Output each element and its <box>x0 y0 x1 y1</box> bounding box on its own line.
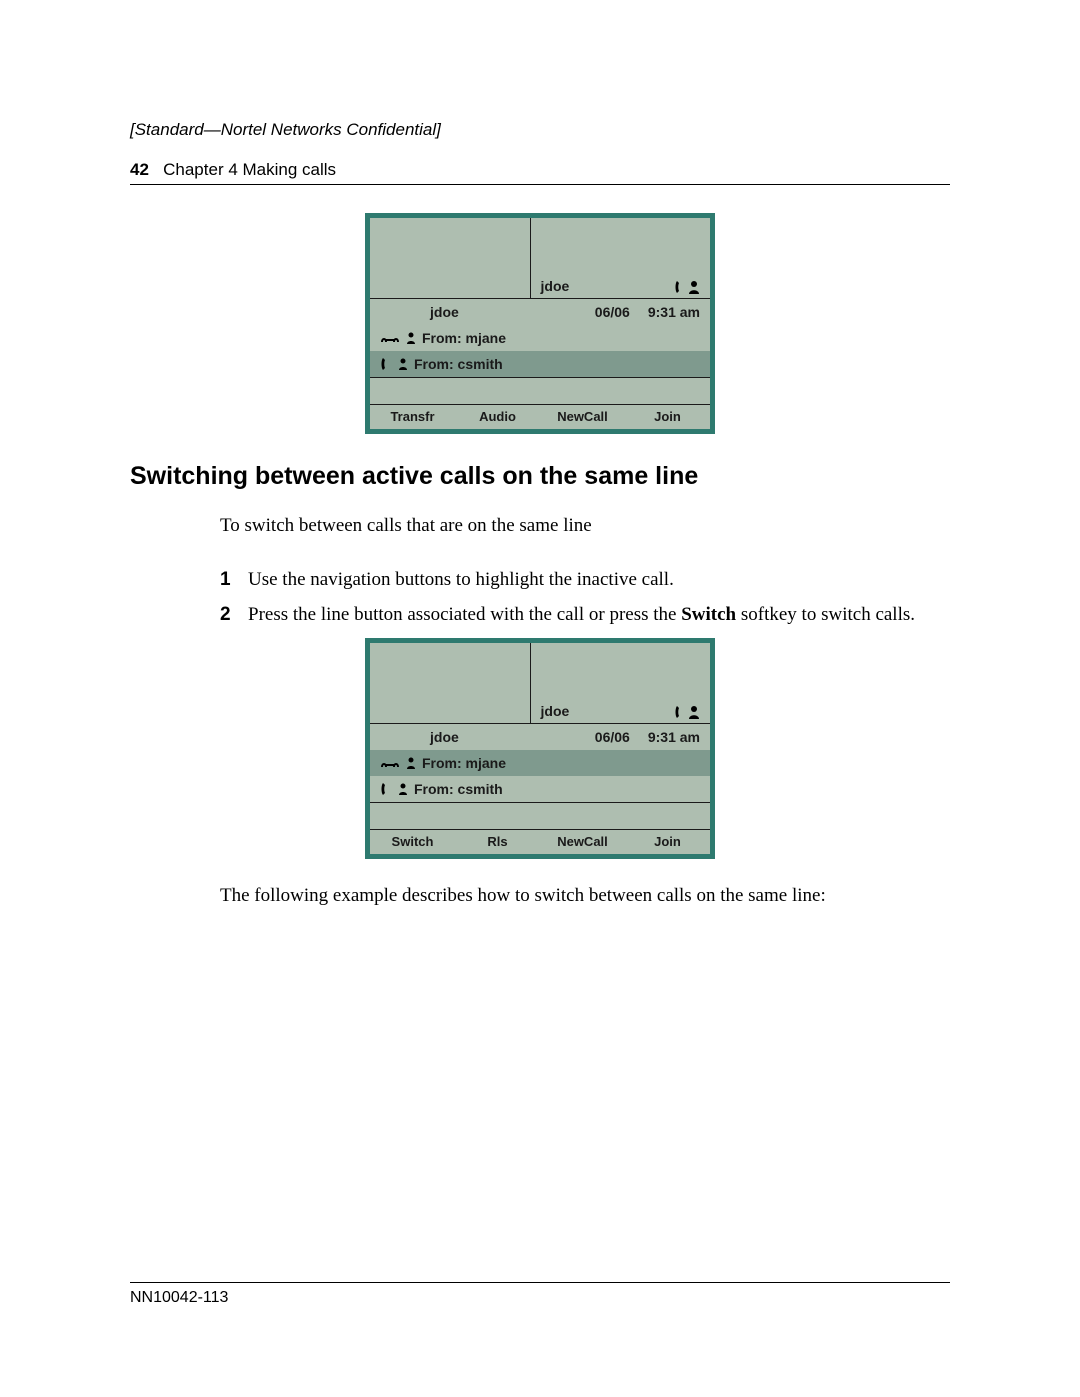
phone-screen-1: jdoe jdoe 06/06 9:31 am <box>365 213 715 434</box>
softkey-transfr: Transfr <box>370 405 455 429</box>
call-1-label: From: mjane <box>422 330 506 346</box>
handset-icon <box>674 705 686 719</box>
step-2: 2 Press the line button associated with … <box>220 602 950 628</box>
call-row-1-active: From: mjane <box>370 750 710 776</box>
page: [Standard—Nortel Networks Confidential] … <box>0 0 1080 1397</box>
softkeys-row: Switch Rls NewCall Join <box>370 829 710 854</box>
person-icon <box>398 358 408 370</box>
softkey-newcall: NewCall <box>540 830 625 854</box>
person-icon <box>406 757 416 769</box>
step-2-num: 2 <box>220 602 248 628</box>
person-icon <box>406 332 416 344</box>
softkeys-row: Transfr Audio NewCall Join <box>370 404 710 429</box>
step-1-text: Use the navigation buttons to highlight … <box>248 567 674 593</box>
call-2-label: From: csmith <box>414 781 503 797</box>
chapter-title: Chapter 4 Making calls <box>163 160 336 179</box>
doc-number: NN10042-113 <box>130 1289 228 1306</box>
person-icon <box>688 705 700 719</box>
line-label: jdoe <box>541 278 570 294</box>
confidential-notice: [Standard—Nortel Networks Confidential] <box>130 120 950 140</box>
softkey-audio: Audio <box>455 405 540 429</box>
user-label: jdoe <box>430 304 459 320</box>
softkey-switch: Switch <box>370 830 455 854</box>
time-label: 9:31 am <box>648 304 700 320</box>
date-label: 06/06 <box>595 729 630 745</box>
handset-icon <box>380 782 392 796</box>
call-row-1: From: mjane <box>370 325 710 351</box>
call-row-2-active: From: csmith <box>370 351 710 377</box>
call-1-label: From: mjane <box>422 755 506 771</box>
footer: NN10042-113 <box>130 1282 950 1307</box>
handset-icon <box>380 357 392 371</box>
chapter-header: 42 Chapter 4 Making calls <box>130 160 950 185</box>
steps-list: 1 Use the navigation buttons to highligh… <box>220 567 950 628</box>
line-label: jdoe <box>541 703 570 719</box>
time-label: 9:31 am <box>648 729 700 745</box>
intro-text: To switch between calls that are on the … <box>220 513 950 539</box>
softkey-rls: Rls <box>455 830 540 854</box>
softkey-join: Join <box>625 405 710 429</box>
step-2-text: Press the line button associated with th… <box>248 602 915 628</box>
step-1: 1 Use the navigation buttons to highligh… <box>220 567 950 593</box>
phone-screen-2: jdoe jdoe 06/06 9:31 am <box>365 638 715 859</box>
handset-icon <box>674 280 686 294</box>
user-label: jdoe <box>430 729 459 745</box>
softkey-newcall: NewCall <box>540 405 625 429</box>
after-text: The following example describes how to s… <box>220 883 950 909</box>
softkey-join: Join <box>625 830 710 854</box>
step-1-num: 1 <box>220 567 248 593</box>
hold-icon <box>380 757 400 769</box>
hold-icon <box>380 332 400 344</box>
date-label: 06/06 <box>595 304 630 320</box>
page-number: 42 <box>130 160 149 179</box>
person-icon <box>398 783 408 795</box>
call-row-2: From: csmith <box>370 776 710 802</box>
person-icon <box>688 280 700 294</box>
call-2-label: From: csmith <box>414 356 503 372</box>
section-heading: Switching between active calls on the sa… <box>130 462 950 491</box>
